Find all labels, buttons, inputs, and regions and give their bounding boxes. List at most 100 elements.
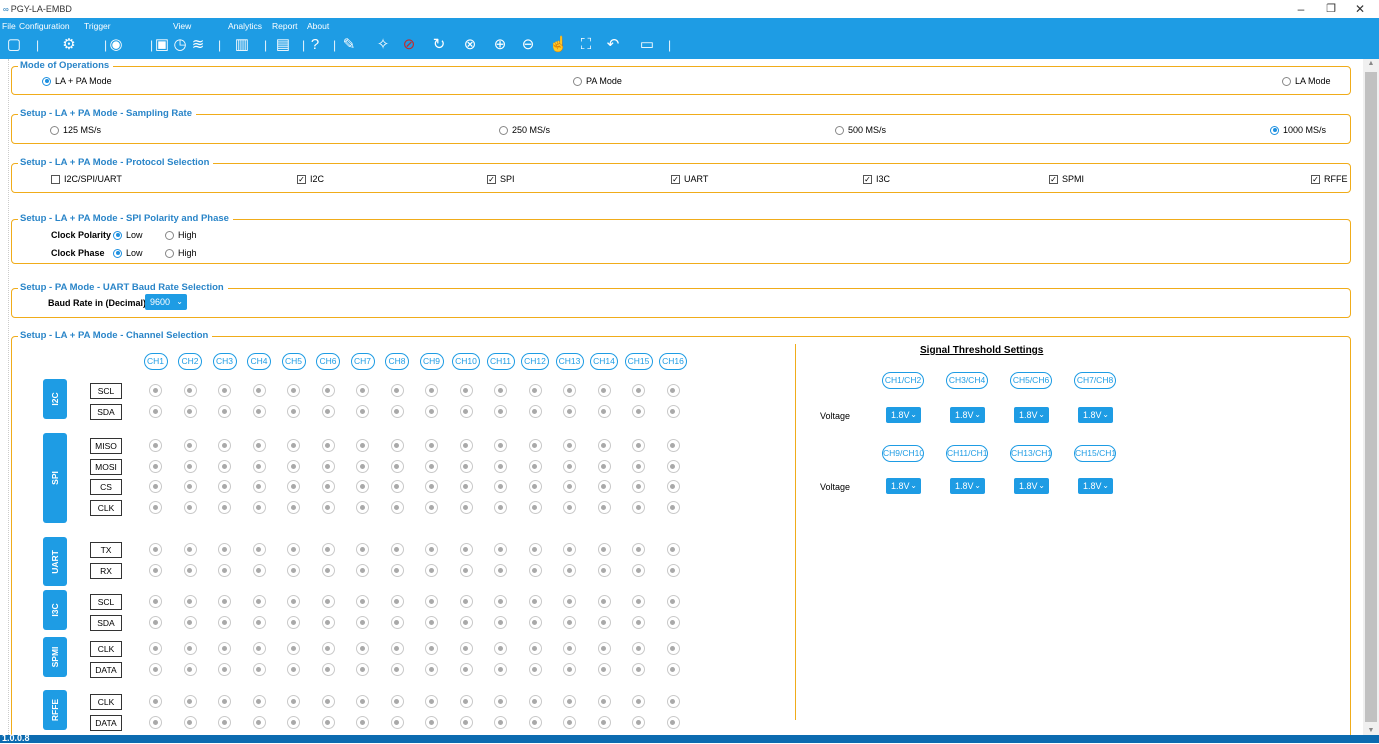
- channel-radio-spmi-data-ch14[interactable]: [597, 663, 611, 676]
- channel-radio-i3c-sda-ch12[interactable]: [528, 616, 542, 629]
- threshold-select-1-3[interactable]: 1.8V ⌄: [1078, 478, 1113, 494]
- probe-icon[interactable]: ✧: [375, 36, 391, 54]
- channel-radio-spi-miso-ch13[interactable]: [563, 439, 576, 452]
- menu-about[interactable]: About: [307, 21, 329, 31]
- channel-radio-rffe-clk-ch11[interactable]: [494, 695, 507, 708]
- channel-radio-uart-tx-ch3[interactable]: [218, 543, 231, 556]
- channel-radio-rffe-clk-ch12[interactable]: [528, 695, 542, 708]
- channel-radio-spi-miso-ch16[interactable]: [666, 439, 680, 452]
- channel-radio-spmi-clk-ch7[interactable]: [356, 642, 369, 655]
- channel-radio-spi-mosi-ch7[interactable]: [356, 460, 369, 473]
- channel-radio-uart-tx-ch7[interactable]: [356, 543, 369, 556]
- radio-icon[interactable]: [113, 248, 122, 258]
- channel-radio-i2c-sda-ch12[interactable]: [528, 405, 542, 418]
- channel-radio-uart-tx-ch13[interactable]: [563, 543, 576, 556]
- channel-radio-spmi-clk-ch10[interactable]: [459, 642, 473, 655]
- channel-radio-spi-clk-ch9[interactable]: [425, 501, 438, 514]
- channel-radio-uart-tx-ch10[interactable]: [459, 543, 473, 556]
- minimize-icon[interactable]: –: [1287, 0, 1315, 18]
- channel-radio-i2c-scl-ch2[interactable]: [183, 384, 197, 397]
- channel-radio-spi-miso-ch6[interactable]: [321, 439, 335, 452]
- channel-radio-uart-rx-ch12[interactable]: [528, 564, 542, 577]
- channel-radio-spmi-data-ch4[interactable]: [252, 663, 266, 676]
- menu-configuration[interactable]: Configuration: [19, 21, 70, 31]
- channel-radio-i2c-scl-ch9[interactable]: [425, 384, 438, 397]
- settings-icon[interactable]: ⚙: [61, 36, 77, 54]
- channel-radio-rffe-data-ch2[interactable]: [183, 716, 197, 729]
- threshold-select-1-1[interactable]: 1.8V ⌄: [950, 478, 985, 494]
- channel-radio-rffe-clk-ch9[interactable]: [425, 695, 438, 708]
- sampling-option-3[interactable]: 1000 MS/s: [1270, 125, 1326, 135]
- radio-icon[interactable]: [1282, 76, 1291, 86]
- channel-radio-spi-cs-ch16[interactable]: [666, 480, 680, 493]
- channel-radio-spi-clk-ch7[interactable]: [356, 501, 369, 514]
- protocol-uart[interactable]: ✓ UART: [671, 174, 708, 184]
- channel-radio-uart-tx-ch2[interactable]: [183, 543, 197, 556]
- channel-radio-i3c-sda-ch1[interactable]: [149, 616, 162, 629]
- channel-radio-spi-clk-ch4[interactable]: [252, 501, 266, 514]
- channel-radio-uart-rx-ch14[interactable]: [597, 564, 611, 577]
- channel-radio-spmi-clk-ch14[interactable]: [597, 642, 611, 655]
- channel-radio-i3c-scl-ch7[interactable]: [356, 595, 369, 608]
- channel-radio-uart-tx-ch9[interactable]: [425, 543, 438, 556]
- checkbox-icon[interactable]: ✓: [1049, 174, 1058, 184]
- channel-radio-uart-tx-ch16[interactable]: [666, 543, 680, 556]
- threshold-select-1-2[interactable]: 1.8V ⌄: [1014, 478, 1049, 494]
- mode-option-2[interactable]: LA Mode: [1282, 76, 1331, 86]
- sampling-option-2[interactable]: 500 MS/s: [835, 125, 886, 135]
- channel-radio-spi-cs-ch5[interactable]: [287, 480, 300, 493]
- channel-radio-i2c-scl-ch10[interactable]: [459, 384, 473, 397]
- channel-radio-spi-mosi-ch14[interactable]: [597, 460, 611, 473]
- channel-radio-i2c-scl-ch4[interactable]: [252, 384, 266, 397]
- channel-radio-i3c-scl-ch5[interactable]: [287, 595, 300, 608]
- channel-radio-i3c-sda-ch7[interactable]: [356, 616, 369, 629]
- mode-option-0[interactable]: LA + PA Mode: [42, 76, 112, 86]
- channel-radio-rffe-clk-ch1[interactable]: [149, 695, 162, 708]
- channel-radio-rffe-clk-ch5[interactable]: [287, 695, 300, 708]
- vertical-scrollbar[interactable]: ▲ ▼: [1363, 59, 1379, 735]
- trigger-icon[interactable]: ◉: [108, 36, 124, 54]
- channel-radio-i2c-scl-ch11[interactable]: [494, 384, 507, 397]
- channel-radio-spi-clk-ch11[interactable]: [494, 501, 507, 514]
- radio-icon[interactable]: [113, 230, 122, 240]
- channel-radio-i2c-scl-ch12[interactable]: [528, 384, 542, 397]
- channel-radio-uart-rx-ch11[interactable]: [494, 564, 507, 577]
- spi-row-0-option-1[interactable]: High: [165, 230, 197, 240]
- channel-radio-spi-cs-ch15[interactable]: [632, 480, 645, 493]
- no-entry-icon[interactable]: ⊗: [462, 36, 478, 54]
- channel-radio-spi-mosi-ch2[interactable]: [183, 460, 197, 473]
- channel-radio-rffe-data-ch16[interactable]: [666, 716, 680, 729]
- channel-radio-rffe-data-ch8[interactable]: [390, 716, 404, 729]
- menu-analytics[interactable]: Analytics: [228, 21, 262, 31]
- checkbox-icon[interactable]: ✓: [297, 174, 306, 184]
- channel-radio-uart-tx-ch14[interactable]: [597, 543, 611, 556]
- channel-radio-spmi-clk-ch4[interactable]: [252, 642, 266, 655]
- channel-radio-uart-tx-ch5[interactable]: [287, 543, 300, 556]
- scroll-up-icon[interactable]: ▲: [1363, 60, 1379, 67]
- threshold-select-0-3[interactable]: 1.8V ⌄: [1078, 407, 1113, 423]
- channel-radio-i2c-scl-ch8[interactable]: [390, 384, 404, 397]
- channel-radio-rffe-clk-ch3[interactable]: [218, 695, 231, 708]
- channel-radio-i2c-scl-ch16[interactable]: [666, 384, 680, 397]
- acquire-icon[interactable]: ▣: [154, 36, 170, 54]
- channel-radio-uart-rx-ch13[interactable]: [563, 564, 576, 577]
- channel-radio-uart-rx-ch2[interactable]: [183, 564, 197, 577]
- channel-radio-rffe-data-ch10[interactable]: [459, 716, 473, 729]
- channel-radio-rffe-clk-ch2[interactable]: [183, 695, 197, 708]
- radio-icon[interactable]: [165, 248, 174, 258]
- channel-radio-spi-cs-ch11[interactable]: [494, 480, 507, 493]
- channel-radio-i2c-sda-ch13[interactable]: [563, 405, 576, 418]
- channel-radio-uart-tx-ch6[interactable]: [321, 543, 335, 556]
- channel-radio-i3c-sda-ch11[interactable]: [494, 616, 507, 629]
- channel-radio-i3c-sda-ch4[interactable]: [252, 616, 266, 629]
- channel-radio-spi-cs-ch10[interactable]: [459, 480, 473, 493]
- channel-radio-spmi-clk-ch16[interactable]: [666, 642, 680, 655]
- zoom-in-icon[interactable]: ⊕: [492, 36, 508, 54]
- channel-radio-spi-miso-ch2[interactable]: [183, 439, 197, 452]
- scrollbar-thumb[interactable]: [1365, 72, 1377, 722]
- channel-radio-spi-cs-ch1[interactable]: [149, 480, 162, 493]
- channel-radio-rffe-data-ch15[interactable]: [632, 716, 645, 729]
- channel-radio-uart-rx-ch9[interactable]: [425, 564, 438, 577]
- channel-radio-i3c-scl-ch3[interactable]: [218, 595, 231, 608]
- channel-radio-spi-miso-ch1[interactable]: [149, 439, 162, 452]
